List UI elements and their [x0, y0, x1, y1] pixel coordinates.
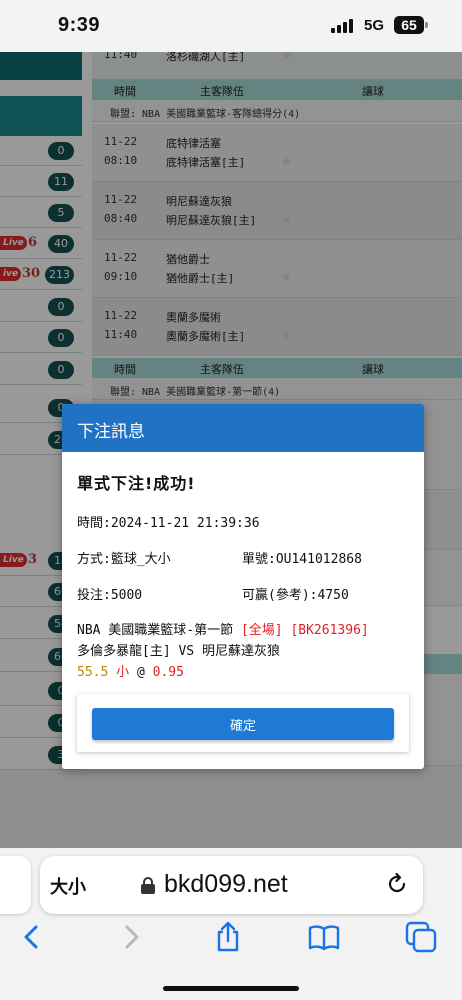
- bookmarks-icon[interactable]: [307, 920, 341, 954]
- dialog-title: 下注訊息: [62, 404, 424, 452]
- bet-pick: 小: [116, 665, 130, 680]
- bet-selection: 55.5 小 @ 0.95: [77, 662, 369, 683]
- ticket-number-label: 單號:: [242, 552, 276, 567]
- bet-detail: NBA 美國職業籃球-第一節 [全場] [BK261396] 多倫多暴龍[主] …: [77, 620, 369, 683]
- browser-toolbar: 大小 bkd099.net: [0, 848, 462, 1000]
- bet-time-row: 時間:2024-11-21 21:39:36: [77, 512, 260, 531]
- cellular-signal-icon: [331, 19, 355, 33]
- url-text[interactable]: bkd099.net: [164, 870, 288, 899]
- previous-tab-card[interactable]: [0, 856, 31, 914]
- matchup: 多倫多暴龍[主] VS 明尼蘇達灰狼: [77, 644, 280, 659]
- bet-info-dialog: 下注訊息 單式下注!成功! 時間:2024-11-21 21:39:36 方式:…: [62, 404, 424, 769]
- bet-method-value: 籃球_大小: [110, 552, 171, 567]
- bet-time-value: 2024-11-21 21:39:36: [110, 516, 260, 531]
- back-icon[interactable]: [15, 920, 49, 954]
- stake-value: 5000: [110, 588, 143, 603]
- address-bar[interactable]: 大小 bkd099.net: [40, 856, 423, 914]
- potential-win-value: 4750: [317, 588, 349, 603]
- lock-icon: [141, 877, 155, 894]
- at-symbol: @: [136, 665, 145, 680]
- bet-method-row: 方式:籃球_大小: [77, 548, 171, 567]
- bet-league-line: NBA 美國職業籃球-第一節 [全場] [BK261396]: [77, 620, 369, 641]
- status-time: 9:39: [58, 14, 101, 36]
- stake-row: 投注:5000: [77, 584, 142, 603]
- stake-label: 投注:: [77, 588, 111, 603]
- network-type: 5G: [364, 17, 385, 34]
- ticket-number-row: 單號:OU141012868: [242, 548, 362, 567]
- home-indicator[interactable]: [163, 986, 299, 991]
- reload-icon[interactable]: [384, 871, 410, 897]
- league-name: NBA 美國職業籃球-第一節: [77, 623, 234, 638]
- bet-scope: [全場]: [240, 623, 283, 638]
- share-icon[interactable]: [211, 920, 245, 954]
- potential-win-row: 可贏(參考):4750: [242, 584, 349, 603]
- battery-icon: 65: [394, 16, 424, 34]
- success-heading: 單式下注!成功!: [77, 474, 196, 493]
- status-bar: 9:39 5G 65: [0, 0, 462, 52]
- bet-time-label: 時間:: [77, 516, 111, 531]
- potential-win-label: 可贏(參考):: [242, 588, 318, 603]
- bet-method-label: 方式:: [77, 552, 111, 567]
- dialog-footer: 確定: [77, 694, 409, 752]
- bet-code: [BK261396]: [290, 623, 369, 638]
- tabs-icon[interactable]: [404, 920, 438, 954]
- bet-line: 55.5: [77, 665, 109, 680]
- ticket-number-value: OU141012868: [275, 552, 362, 567]
- confirm-button[interactable]: 確定: [92, 708, 394, 740]
- bet-odds: 0.95: [152, 665, 184, 680]
- forward-icon[interactable]: [114, 920, 148, 954]
- battery-tip: [425, 22, 428, 28]
- text-size-button[interactable]: 大小: [50, 873, 86, 899]
- browser-nav-bar: [0, 920, 462, 960]
